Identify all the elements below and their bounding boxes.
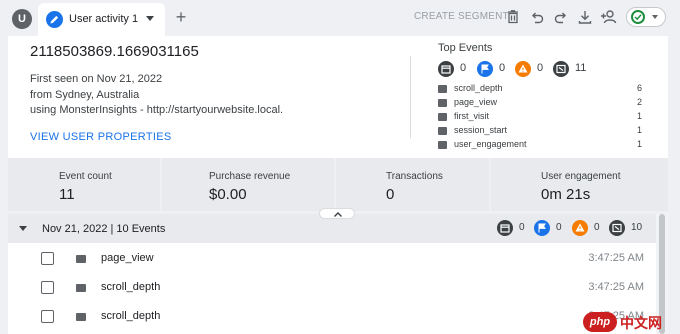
top-event-name: page_view <box>454 97 498 107</box>
top-event-name: scroll_depth <box>454 83 503 93</box>
event-icon <box>438 99 447 107</box>
top-event-row[interactable]: page_view 2 <box>438 97 642 110</box>
top-events-title: Top Events <box>438 42 493 54</box>
download-icon[interactable] <box>577 9 593 25</box>
flag-icon <box>534 220 550 236</box>
watermark-text: 中文网 <box>620 315 662 331</box>
top-event-name: user_engagement <box>454 139 527 149</box>
add-user-icon[interactable] <box>600 9 620 25</box>
top-event-count: 1 <box>636 139 642 149</box>
chevron-down-icon <box>652 15 658 19</box>
redo-icon[interactable] <box>553 9 569 25</box>
top-event-name: session_start <box>454 125 508 135</box>
event-icon <box>76 284 86 292</box>
top-event-count: 2 <box>636 97 642 107</box>
chevron-down-icon[interactable] <box>146 16 154 21</box>
metric-purchase-revenue: Purchase revenue $0.00 <box>162 158 334 211</box>
event-name: scroll_depth <box>101 281 161 293</box>
chevron-down-icon[interactable] <box>19 226 27 231</box>
event-icon <box>438 113 447 121</box>
event-time: 3:47:25 AM <box>588 252 644 264</box>
top-event-row[interactable]: first_visit 1 <box>438 111 642 124</box>
event-icon <box>438 85 447 93</box>
row-checkbox[interactable] <box>41 252 54 265</box>
add-tab-button[interactable]: + <box>172 8 190 26</box>
user-profile-card: 2118503869.1669031165 First seen on Nov … <box>8 36 668 158</box>
top-event-row[interactable]: scroll_depth 6 <box>438 83 642 96</box>
top-event-row[interactable]: session_start 1 <box>438 125 642 138</box>
delete-icon[interactable] <box>505 9 521 25</box>
user-id: 2118503869.1669031165 <box>30 43 199 60</box>
event-icon <box>553 61 569 77</box>
flag-icon <box>477 61 493 77</box>
check-circle-icon <box>631 10 645 24</box>
top-event-count: 1 <box>636 111 642 121</box>
watermark-logo: php <box>583 312 617 332</box>
flag-count: 0 <box>499 62 506 74</box>
tab-label: User activity 1 <box>69 13 139 25</box>
row-checkbox[interactable] <box>41 281 54 294</box>
status-check-button[interactable] <box>626 7 666 27</box>
undo-icon[interactable] <box>529 9 545 25</box>
calendar-count: 0 <box>519 222 525 233</box>
pencil-icon[interactable] <box>46 11 63 28</box>
first-seen-text: First seen on Nov 21, 2022 <box>30 73 163 85</box>
event-count: 11 <box>575 62 587 74</box>
warning-count: 0 <box>537 62 544 74</box>
metric-label: User engagement <box>541 171 621 182</box>
metric-user-engagement: User engagement 0m 21s <box>491 158 668 211</box>
event-icon <box>438 127 447 135</box>
collapse-metrics-button[interactable] <box>319 208 355 219</box>
event-row[interactable]: scroll_depth 3:47:25 AM <box>8 302 656 331</box>
event-icon <box>609 220 625 236</box>
divider <box>410 56 411 138</box>
calendar-icon <box>438 61 454 77</box>
metric-label: Purchase revenue <box>209 171 291 182</box>
warning-icon <box>572 220 588 236</box>
create-segment-button[interactable]: CREATE SEGMENT <box>414 11 509 22</box>
metric-transactions: Transactions 0 <box>336 158 489 211</box>
tab-user-activity[interactable]: User activity 1 <box>38 3 165 36</box>
chevron-up-icon <box>334 212 342 217</box>
row-checkbox[interactable] <box>41 310 54 323</box>
user-avatar[interactable]: U <box>12 9 32 29</box>
warning-count: 0 <box>594 222 600 233</box>
top-event-count: 1 <box>636 125 642 135</box>
top-event-row[interactable]: user_engagement 1 <box>438 139 642 152</box>
flag-count: 0 <box>556 222 562 233</box>
event-icon <box>76 313 86 321</box>
event-icon <box>438 141 447 149</box>
top-event-name: first_visit <box>454 111 490 121</box>
location-text: from Sydney, Australia <box>30 89 140 101</box>
top-toolbar: U User activity 1 + CREATE SEGMENT <box>0 0 680 36</box>
event-time: 3:47:25 AM <box>588 281 644 293</box>
metric-label: Event count <box>59 171 112 182</box>
view-user-properties-link[interactable]: VIEW USER PROPERTIES <box>30 131 172 143</box>
event-row[interactable]: scroll_depth 3:47:25 AM <box>8 273 656 302</box>
event-row[interactable]: page_view 3:47:25 AM <box>8 244 656 273</box>
calendar-icon <box>497 220 513 236</box>
event-day-title: Nov 21, 2022 | 10 Events <box>42 223 166 235</box>
top-event-count: 6 <box>636 83 642 93</box>
site-watermark: php 中文网 <box>583 312 675 332</box>
metric-value: 0m 21s <box>541 186 591 203</box>
metric-value: $0.00 <box>209 186 247 203</box>
metric-value: 11 <box>59 186 75 203</box>
event-count: 10 <box>631 222 643 233</box>
event-name: scroll_depth <box>101 310 161 322</box>
event-icon <box>76 255 86 263</box>
source-text: using MonsterInsights - http://startyour… <box>30 104 284 116</box>
calendar-count: 0 <box>460 62 467 74</box>
metric-label: Transactions <box>386 171 443 182</box>
event-name: page_view <box>101 252 154 264</box>
warning-icon <box>515 61 531 77</box>
event-list: page_view 3:47:25 AM scroll_depth 3:47:2… <box>8 243 656 334</box>
metric-value: 0 <box>386 186 395 203</box>
metric-event-count: Event count 11 <box>8 158 160 211</box>
